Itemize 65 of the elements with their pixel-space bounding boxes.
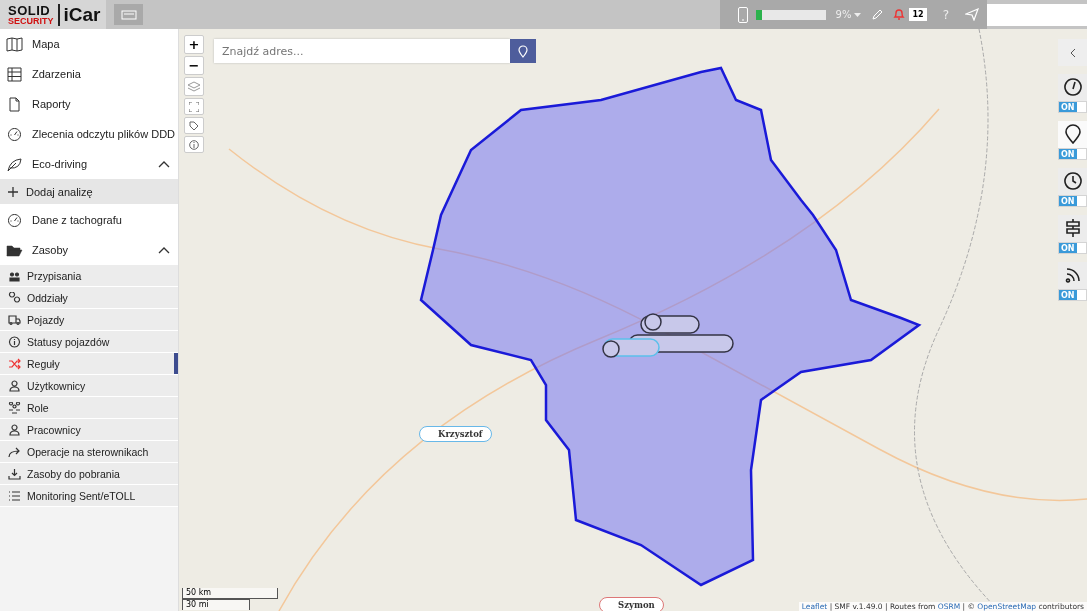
caret-icon	[854, 12, 862, 17]
tag-icon	[189, 120, 199, 131]
menu-group[interactable]: Eco-driving	[0, 149, 178, 179]
submenu-item[interactable]: Pojazdy	[0, 309, 178, 331]
vehicle-marker[interactable]: Szymon	[599, 597, 664, 611]
zoom-out-button[interactable]: −	[184, 56, 204, 75]
scale-bar: 30 mi	[182, 599, 250, 610]
submenu-item[interactable]: Oddziały	[0, 287, 178, 309]
zoom-in-button[interactable]: +	[184, 35, 204, 54]
vehicle-markers-drawing[interactable]	[602, 313, 734, 358]
menu-item[interactable]: Dane z tachografu	[0, 205, 178, 235]
chevron-left-icon	[1069, 47, 1076, 58]
submenu-item[interactable]: Statusy pojazdów	[0, 331, 178, 353]
submenu-icon	[8, 423, 21, 436]
plus-icon	[8, 186, 18, 197]
menu-icon	[6, 66, 23, 82]
submenu-icon	[8, 269, 21, 282]
menu-icon	[6, 242, 23, 258]
clock-icon[interactable]	[1062, 171, 1083, 191]
speedometer-icon[interactable]	[1062, 77, 1083, 97]
menu-icon	[6, 126, 23, 142]
submenu-icon	[8, 379, 21, 392]
submenu-icon	[8, 335, 21, 348]
notification-count: 12	[909, 8, 927, 21]
info-button[interactable]	[184, 136, 204, 153]
submenu-icon	[8, 489, 21, 502]
submenu-item[interactable]: Użytkownicy	[0, 375, 178, 397]
info-icon	[189, 139, 199, 150]
menu-icon	[6, 36, 23, 52]
usage-bar	[755, 9, 826, 20]
pencil-icon[interactable]	[871, 8, 884, 21]
submenu-icon	[8, 401, 21, 414]
scale-bar: 50 km	[182, 588, 278, 599]
submenu-item[interactable]: Operacje na sterownikach	[0, 441, 178, 463]
layers-icon	[187, 80, 201, 93]
address-search-field[interactable]: Znajdź adres...	[214, 39, 510, 63]
submenu-item[interactable]: Dodaj analizę	[0, 179, 178, 205]
menu-item[interactable]: Zdarzenia	[0, 59, 178, 89]
submenu-icon	[8, 467, 21, 480]
location-pin-icon[interactable]	[1062, 124, 1083, 144]
menu-icon	[6, 156, 23, 172]
tag-button[interactable]	[184, 117, 204, 134]
submenu-item[interactable]: Przypisania	[0, 265, 178, 287]
vehicle-marker[interactable]: Krzysztof	[419, 426, 492, 442]
menu-icon	[6, 96, 23, 112]
submenu-item[interactable]: Reguły	[0, 353, 178, 375]
submenu-item[interactable]: Zasoby do pobrania	[0, 463, 178, 485]
fullscreen-icon	[189, 101, 199, 112]
submenu-icon	[8, 291, 21, 304]
submenu-icon	[8, 357, 21, 370]
submenu-item[interactable]: Pracownicy	[0, 419, 178, 441]
send-icon[interactable]	[965, 8, 979, 21]
submenu-icon	[8, 313, 21, 326]
menu-item[interactable]: Mapa	[0, 29, 178, 59]
submenu-item[interactable]: Role	[0, 397, 178, 419]
menu-item[interactable]: Zlecenia odczytu plików DDD	[0, 119, 178, 149]
menu-item[interactable]: Raporty	[0, 89, 178, 119]
keyboard-icon	[121, 9, 137, 20]
region-area[interactable]	[419, 66, 922, 587]
menu-group[interactable]: Zasoby	[0, 235, 178, 265]
phone-icon	[737, 6, 748, 23]
submenu-icon	[8, 445, 21, 458]
top-input-field[interactable]	[987, 3, 1087, 26]
menu-icon	[6, 212, 23, 228]
submenu-item[interactable]: Monitoring Sent/eTOLL	[0, 485, 178, 507]
